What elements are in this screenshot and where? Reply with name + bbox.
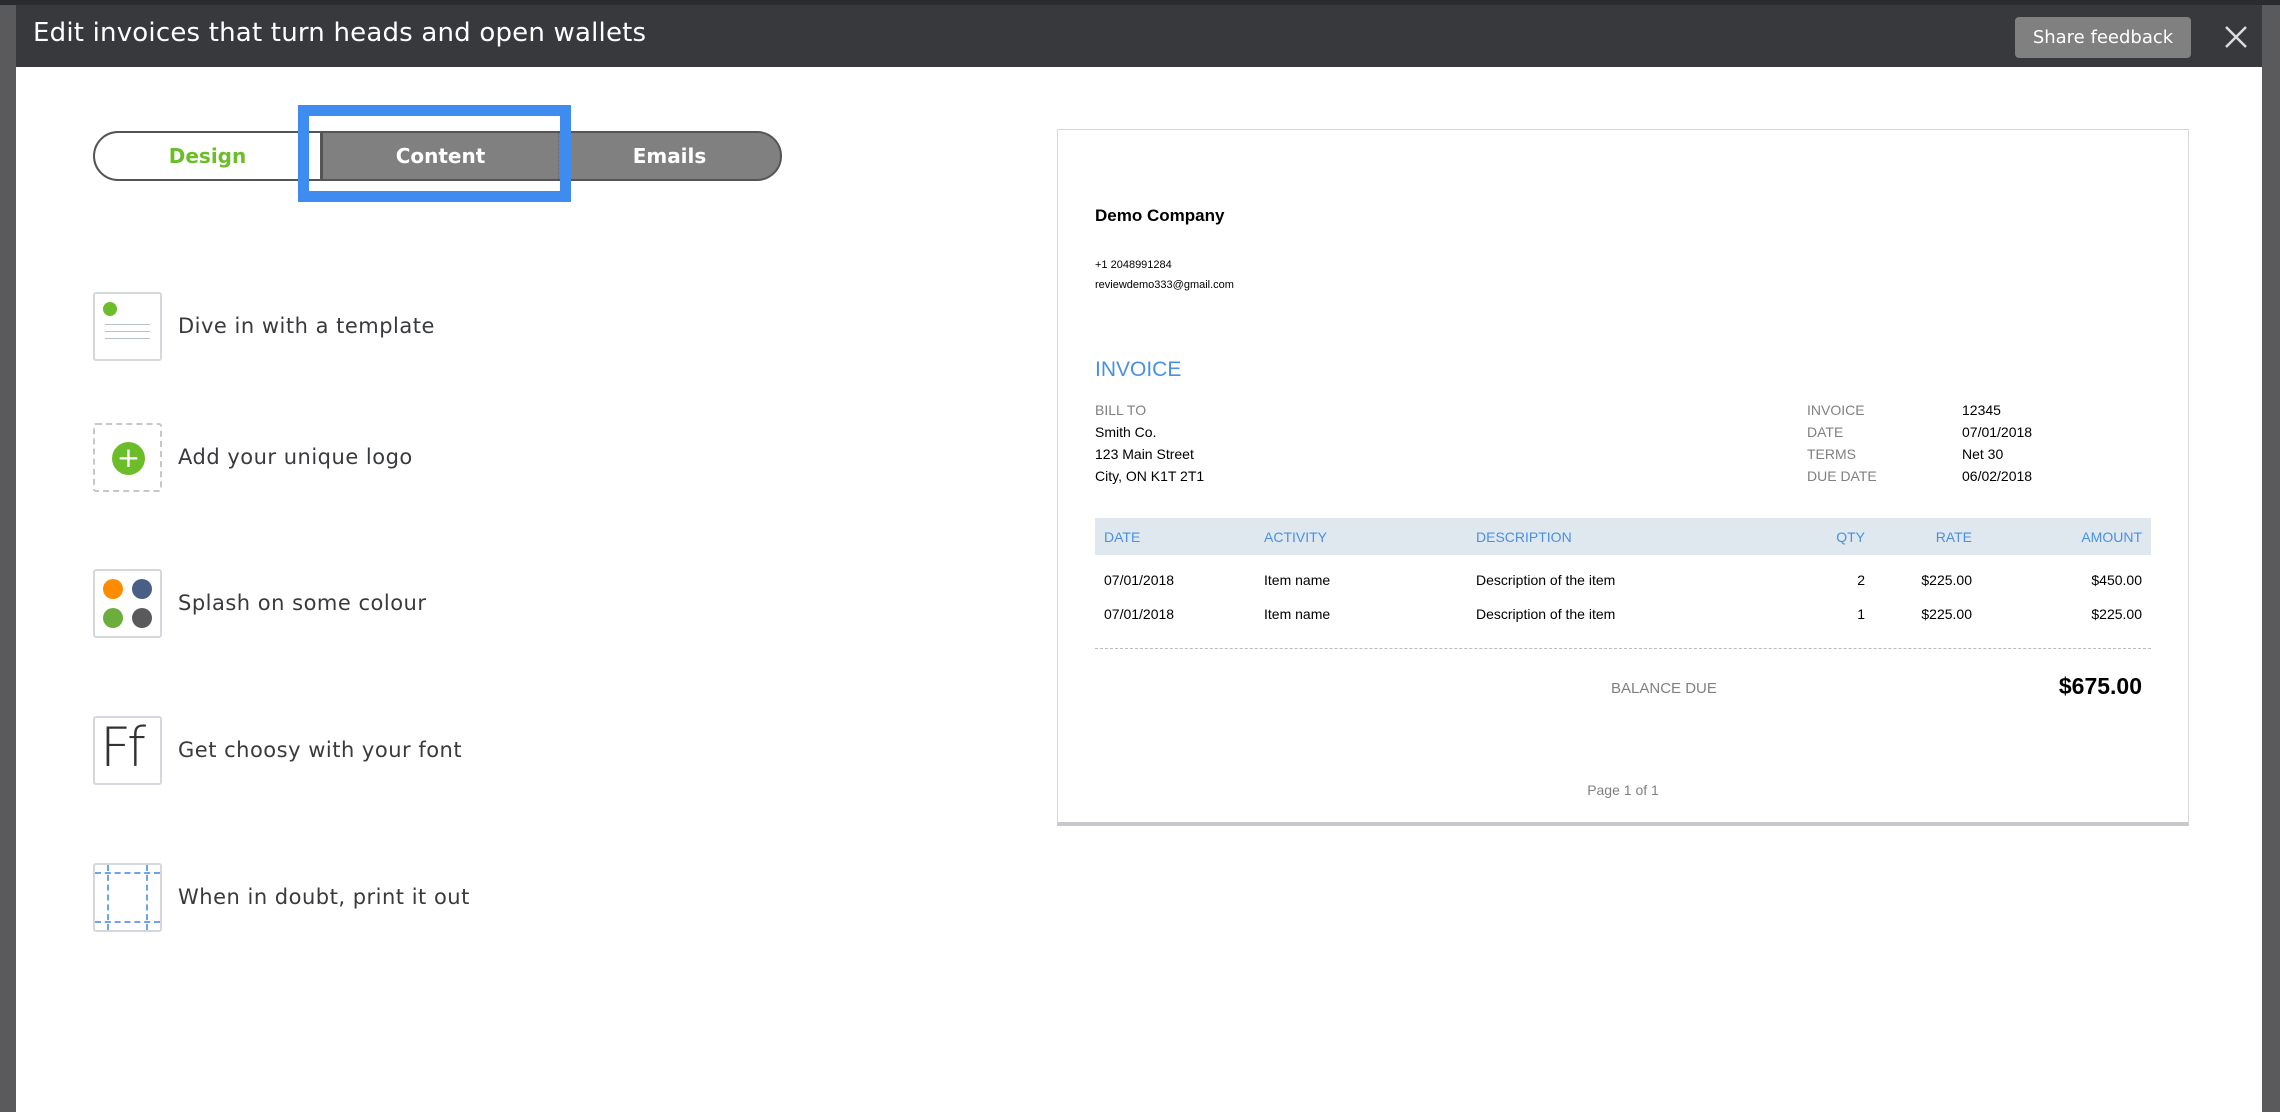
cell-qty: 2 [1857, 572, 1865, 588]
cell-amount: $450.00 [2091, 572, 2142, 588]
meta-label: DUE DATE [1807, 468, 1877, 484]
invoice-title: INVOICE [1095, 358, 1182, 381]
share-feedback-button[interactable]: Share feedback [2015, 17, 2191, 58]
modal-header: Edit invoices that turn heads and open w… [16, 5, 2262, 67]
bill-to-name: Smith Co. [1095, 424, 1157, 440]
page-number: Page 1 of 1 [1587, 782, 1659, 798]
feature-label: Add your unique logo [178, 445, 413, 469]
tab-emails[interactable]: Emails [559, 133, 780, 179]
invoice-preview: Demo Company +1 2048991284 reviewdemo333… [1057, 129, 2189, 826]
bill-to-street: 123 Main Street [1095, 446, 1194, 462]
column-header: QTY [1836, 529, 1865, 545]
column-header: AMOUNT [2081, 529, 2142, 545]
cell-rate: $225.00 [1921, 606, 1972, 622]
feature-font[interactable]: Ff Get choosy with your font [93, 715, 462, 785]
cell-date: 07/01/2018 [1104, 572, 1175, 588]
column-header: DATE [1104, 529, 1141, 545]
cell-activity: Item name [1264, 606, 1331, 622]
font-icon: Ff [93, 715, 162, 785]
highlight-box [298, 105, 571, 202]
meta-value: 12345 [1962, 402, 2001, 418]
cell-activity: Item name [1264, 572, 1331, 588]
bill-to-label: BILL TO [1095, 402, 1147, 418]
close-button[interactable] [2216, 17, 2256, 57]
feature-print[interactable]: When in doubt, print it out [93, 862, 470, 932]
add-logo-icon: + [93, 422, 162, 492]
feature-label: Dive in with a template [178, 314, 435, 338]
feature-colour[interactable]: Splash on some colour [93, 568, 426, 638]
meta-value: 07/01/2018 [1962, 424, 2033, 440]
cell-amount: $225.00 [2091, 606, 2142, 622]
feature-template[interactable]: Dive in with a template [93, 291, 435, 361]
column-header: RATE [1935, 529, 1972, 545]
cell-description: Description of the item [1476, 572, 1616, 588]
bill-to-city: City, ON K1T 2T1 [1095, 468, 1205, 484]
company-name: Demo Company [1095, 206, 1225, 225]
balance-due-label: BALANCE DUE [1611, 680, 1717, 697]
modal-title: Edit invoices that turn heads and open w… [33, 18, 647, 48]
meta-label: TERMS [1807, 446, 1856, 462]
cell-description: Description of the item [1476, 606, 1616, 622]
company-phone: +1 2048991284 [1095, 259, 1172, 271]
meta-value: 06/02/2018 [1962, 468, 2033, 484]
colour-palette-icon [93, 568, 162, 638]
feature-label: Get choosy with your font [178, 738, 463, 762]
company-email: reviewdemo333@gmail.com [1095, 279, 1234, 291]
meta-label: DATE [1807, 424, 1844, 440]
feature-label: When in doubt, print it out [178, 885, 470, 909]
print-margins-icon [93, 862, 162, 932]
feature-label: Splash on some colour [178, 591, 427, 615]
tab-design[interactable]: Design [95, 133, 323, 179]
cell-date: 07/01/2018 [1104, 606, 1175, 622]
column-header: ACTIVITY [1264, 529, 1328, 545]
cell-qty: 1 [1857, 606, 1865, 622]
meta-value: Net 30 [1962, 446, 2004, 462]
template-icon [93, 291, 162, 361]
divider [1095, 648, 2151, 649]
close-icon [2225, 26, 2247, 48]
feature-logo[interactable]: + Add your unique logo [93, 422, 413, 492]
meta-label: INVOICE [1807, 402, 1865, 418]
table-header [1095, 518, 2151, 555]
column-header: DESCRIPTION [1476, 529, 1572, 545]
cell-rate: $225.00 [1921, 572, 1972, 588]
balance-due-value: $675.00 [2058, 673, 2142, 699]
